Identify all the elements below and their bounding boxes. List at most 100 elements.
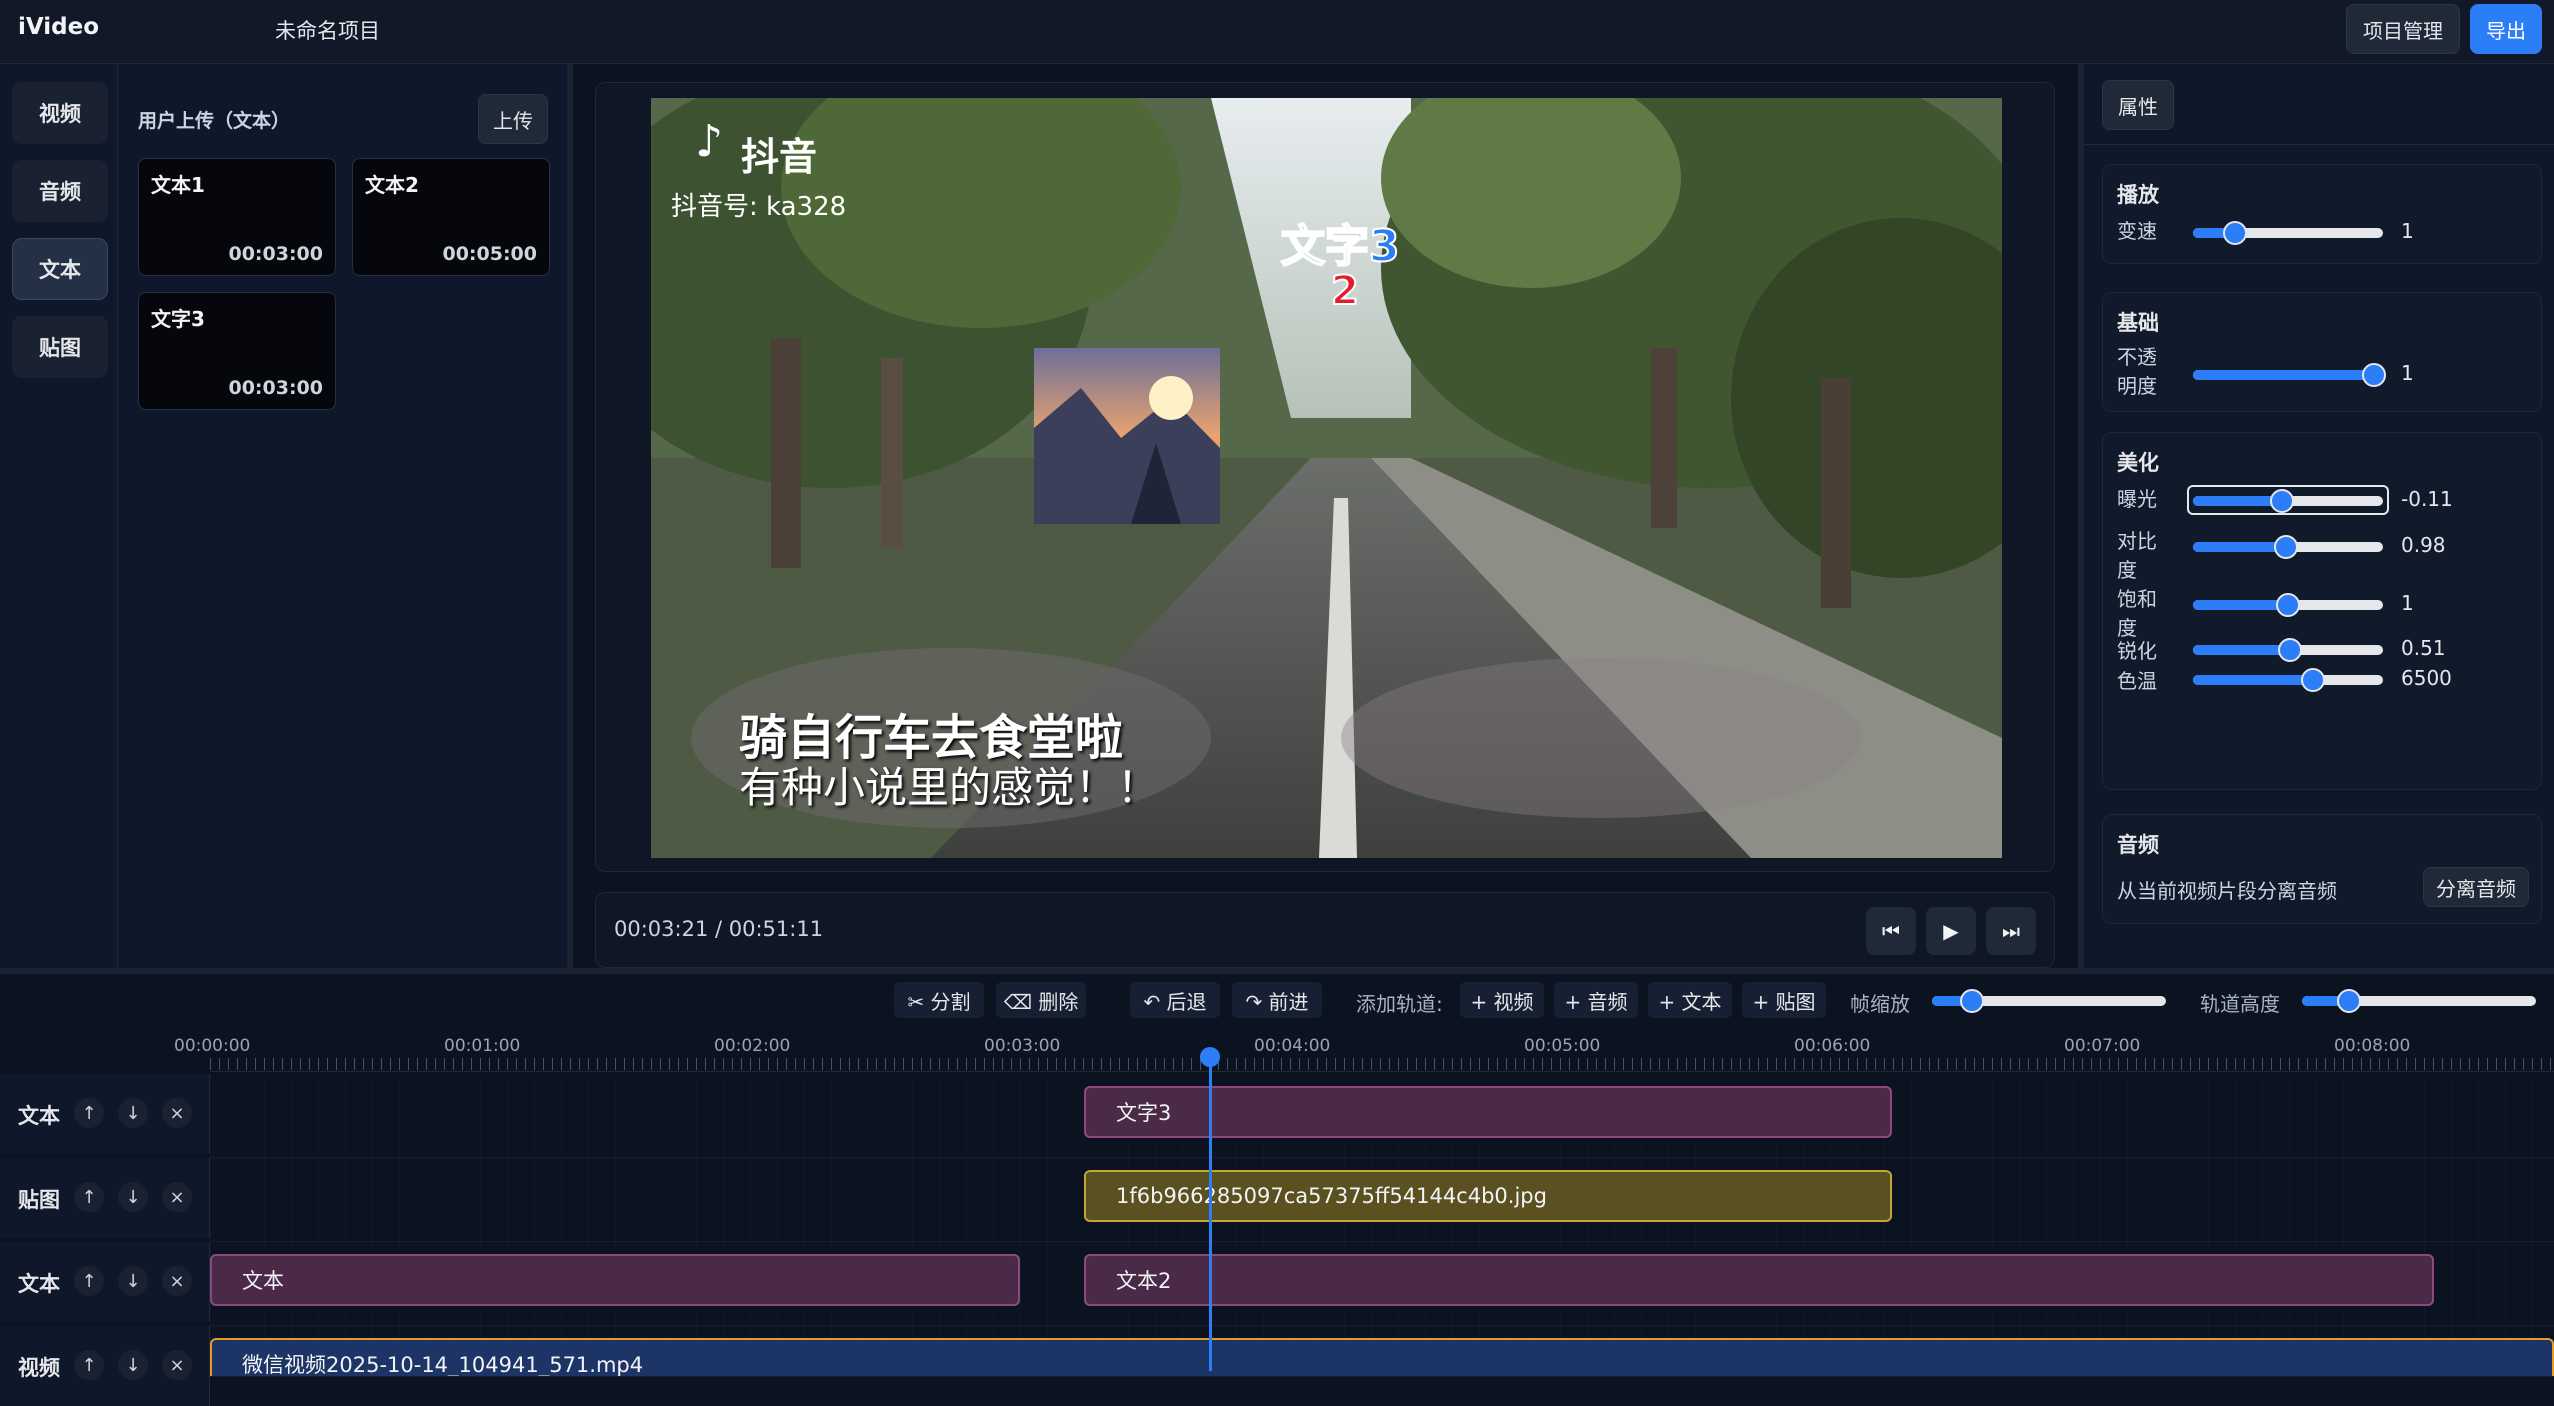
overlay-text-main[interactable]: 文字3: [1280, 210, 1401, 274]
timeline-clip[interactable]: 文本: [210, 1254, 1020, 1306]
track-height-slider[interactable]: [2302, 989, 2536, 1013]
audio-desc: 从当前视频片段分离音频: [2117, 879, 2337, 903]
add-sticker-track-button[interactable]: + 贴图: [1742, 982, 1826, 1018]
timeline-clip[interactable]: 微信视频2025-10-14_104941_571.mp4: [210, 1338, 2554, 1376]
playback-bar: 00:03:21 / 00:51:11 ⏮ ▶ ⏭: [595, 892, 2055, 968]
contrast-label: 对比度: [2117, 529, 2157, 582]
zoom-slider[interactable]: [1932, 989, 2166, 1013]
move-down-icon[interactable]: ↓: [118, 1266, 148, 1296]
ruler-label: 00:01:00: [444, 1036, 521, 1056]
delete-button[interactable]: ⌫ 删除: [996, 982, 1086, 1018]
asset-duration: 00:05:00: [442, 243, 537, 265]
track-header: 贴图 ↑ ↓ ×: [0, 1158, 210, 1238]
tab-properties[interactable]: 属性: [2102, 80, 2174, 130]
timeline-clip[interactable]: 文本2: [1084, 1254, 2434, 1306]
play-button[interactable]: ▶: [1926, 907, 1976, 955]
project-manage-button[interactable]: 项目管理: [2346, 4, 2460, 54]
video-preview[interactable]: ♪ 抖音 抖音号: ka328 文字3 2 骑自行车去食堂啦 有种小说里的感觉！…: [651, 98, 2002, 858]
watermark-brand: 抖音: [741, 135, 818, 179]
prev-button[interactable]: ⏮: [1866, 907, 1916, 955]
ruler-ticks: [210, 1058, 2554, 1070]
time-ruler[interactable]: 00:00:00 00:01:00 00:02:00 00:03:00 00:0…: [174, 1030, 2554, 1072]
move-down-icon[interactable]: ↓: [118, 1098, 148, 1128]
add-text-track-button[interactable]: + 文本: [1648, 982, 1732, 1018]
contrast-slider[interactable]: [2193, 535, 2383, 559]
add-video-track-button[interactable]: + 视频: [1460, 982, 1544, 1018]
timeline: ✂ 分割 ⌫ 删除 ↶ 后退 ↷ 前进 添加轨道: + 视频 + 音频 + 文本…: [0, 968, 2554, 1406]
detach-audio-button[interactable]: 分离音频: [2423, 867, 2529, 907]
remove-track-icon[interactable]: ×: [162, 1182, 192, 1212]
sharpen-slider[interactable]: [2193, 638, 2383, 662]
nav-sticker[interactable]: 贴图: [12, 316, 108, 378]
section-title: 美化: [2117, 451, 2159, 475]
nav-audio[interactable]: 音频: [12, 160, 108, 222]
move-up-icon[interactable]: ↑: [74, 1182, 104, 1212]
move-up-icon[interactable]: ↑: [74, 1266, 104, 1296]
track-name: 贴图: [18, 1188, 60, 1212]
opacity-slider[interactable]: [2193, 363, 2386, 387]
nav-text[interactable]: 文本: [12, 238, 108, 300]
remove-track-icon[interactable]: ×: [162, 1098, 192, 1128]
section-basic: 基础 不透明度 1: [2102, 292, 2542, 412]
track-name: 文本: [18, 1104, 60, 1128]
track-name: 视频: [18, 1356, 60, 1380]
speed-slider[interactable]: [2193, 221, 2383, 245]
opacity-label: 不透明度: [2117, 345, 2157, 398]
nav-video[interactable]: 视频: [12, 82, 108, 144]
tiktok-logo-icon: ♪: [695, 116, 723, 167]
add-audio-track-button[interactable]: + 音频: [1554, 982, 1638, 1018]
saturation-value: 1: [2401, 591, 2414, 615]
temperature-value: 6500: [2401, 666, 2452, 690]
saturation-label: 饱和度: [2117, 587, 2157, 640]
ruler-label: 00:08:00: [2334, 1036, 2411, 1056]
timeline-clip[interactable]: 文字3: [1084, 1086, 1892, 1138]
remove-track-icon[interactable]: ×: [162, 1350, 192, 1380]
timeline-clip[interactable]: 1f6b966285097ca57375ff54144c4b0.jpg: [1084, 1170, 1892, 1222]
divider: [2084, 144, 2554, 145]
exposure-slider[interactable]: [2193, 489, 2383, 513]
asset-duration: 00:03:00: [228, 243, 323, 265]
split-button[interactable]: ✂ 分割: [894, 982, 984, 1018]
overlay-text-partial[interactable]: 2: [1330, 267, 1360, 315]
exposure-label: 曝光: [2117, 487, 2157, 511]
temperature-slider[interactable]: [2193, 668, 2383, 692]
ruler-label: 00:04:00: [1254, 1036, 1331, 1056]
saturation-slider[interactable]: [2193, 593, 2383, 617]
asset-name: 文本2: [365, 173, 419, 197]
track-lane: 文字3: [210, 1074, 2554, 1158]
track-height-label: 轨道高度: [2200, 992, 2280, 1016]
move-down-icon[interactable]: ↓: [118, 1350, 148, 1380]
asset-card[interactable]: 文字3 00:03:00: [138, 292, 336, 410]
properties-panel: 属性 播放 变速 1 基础 不透明度 1 美化 曝光 -0.11 对比度 0.9…: [2078, 64, 2554, 968]
timeline-toolbar: ✂ 分割 ⌫ 删除 ↶ 后退 ↷ 前进 添加轨道: + 视频 + 音频 + 文本…: [0, 974, 2554, 1024]
ruler-label: 00:07:00: [2064, 1036, 2141, 1056]
section-title: 音频: [2117, 833, 2159, 857]
asset-name: 文本1: [151, 173, 205, 197]
section-title: 播放: [2117, 183, 2159, 207]
asset-panel-title: 用户上传（文本）: [138, 110, 291, 132]
export-button[interactable]: 导出: [2470, 4, 2542, 54]
exposure-value: -0.11: [2401, 487, 2453, 511]
move-down-icon[interactable]: ↓: [118, 1182, 148, 1212]
caption-line-2: 有种小说里的感觉！！: [739, 763, 1160, 812]
skip-forward-icon: ⏭: [2002, 919, 2020, 943]
redo-button[interactable]: ↷ 前进: [1232, 982, 1322, 1018]
undo-button[interactable]: ↶ 后退: [1130, 982, 1220, 1018]
section-beautify: 美化 曝光 -0.11 对比度 0.98 饱和度 1 锐化 0.51 色温 65…: [2102, 432, 2542, 790]
speed-value: 1: [2401, 219, 2414, 243]
ruler-label: 00:02:00: [714, 1036, 791, 1056]
contrast-value: 0.98: [2401, 533, 2446, 557]
app-logo: iVideo: [18, 14, 100, 40]
section-playback: 播放 变速 1: [2102, 164, 2542, 264]
asset-card[interactable]: 文本1 00:03:00: [138, 158, 336, 276]
move-up-icon[interactable]: ↑: [74, 1098, 104, 1128]
remove-track-icon[interactable]: ×: [162, 1266, 192, 1296]
next-button[interactable]: ⏭: [1986, 907, 2036, 955]
asset-card[interactable]: 文本2 00:05:00: [352, 158, 550, 276]
asset-name: 文字3: [151, 307, 205, 331]
left-nav: 视频 音频 文本 贴图: [0, 64, 118, 968]
project-title[interactable]: 未命名项目: [275, 15, 380, 45]
playhead[interactable]: [1209, 1052, 1212, 1371]
move-up-icon[interactable]: ↑: [74, 1350, 104, 1380]
upload-button[interactable]: 上传: [478, 94, 548, 144]
